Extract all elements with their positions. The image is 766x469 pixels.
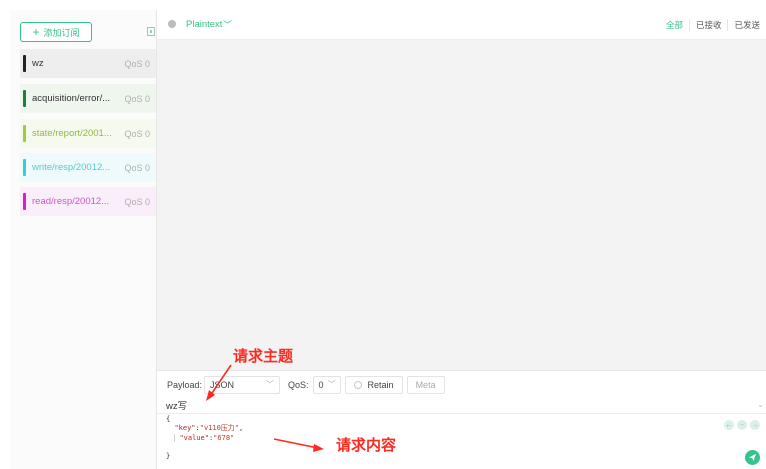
retain-label: Retain [367,379,394,390]
code-line: } [166,452,171,461]
subscription-color-bar [23,90,26,107]
publish-topic-row: wz写 ⌄ [157,398,766,414]
subscription-qos: QoS 0 [124,128,150,139]
subscription-topic: write/resp/20012... [32,162,111,173]
filter-all-tab[interactable]: 全部 [660,19,689,31]
publish-topic-input[interactable]: wz写 [166,398,187,412]
subscription-item-write-resp[interactable]: write/resp/20012... QoS 0 [20,153,156,182]
subscription-color-bar [23,159,26,176]
subscription-qos: QoS 0 [124,58,150,69]
payload-label: Payload: [167,379,203,390]
subscription-item-state-report[interactable]: state/report/2001... QoS 0 [20,119,156,148]
clear-icon[interactable]: − [737,420,747,430]
code-line: "value":"678" [166,433,243,443]
payload-type-value: JSON [210,379,235,390]
subscription-color-bar [23,125,26,142]
message-list-area [157,40,766,370]
qos-select[interactable]: 0 ﹀ [312,375,341,394]
history-nav: ← − → [724,420,760,430]
qos-value: 0 [318,379,324,390]
subscription-topic: acquisition/error/... [32,93,111,104]
top-strip [0,0,766,10]
next-arrow-icon[interactable]: → [750,420,760,430]
expand-icon[interactable]: ⌄ [757,400,764,409]
retain-toggle[interactable]: Retain [344,375,403,394]
subscription-qos: QoS 0 [124,196,150,207]
subscription-topic: read/resp/20012... [32,196,110,207]
subscription-color-bar [23,55,26,72]
meta-button[interactable]: Meta [406,375,445,394]
subscription-topic: wz [32,58,44,69]
chevron-down-icon: ﹀ [266,380,275,389]
add-subscription-label: 添加订阅 [43,27,80,38]
send-icon [748,453,757,462]
format-dot-icon [168,20,176,28]
subscription-qos: QoS 0 [124,162,150,173]
add-subscription-button[interactable]: + 添加订阅 [20,22,92,42]
message-filter-tabs: 全部 已接收 已发送 [660,19,766,31]
plus-icon: + [32,25,40,39]
subscription-color-bar [23,193,26,210]
payload-code: { "key":"v110压力", "value":"678" } [166,415,243,461]
payload-format-select[interactable]: Plaintext [186,19,222,30]
filter-received-tab[interactable]: 已接收 [688,19,728,31]
subscription-qos: QoS 0 [124,93,150,104]
qos-label: QoS: [288,379,309,390]
prev-arrow-icon[interactable]: ← [724,420,734,430]
code-line: { [166,415,171,423]
subscription-item-wz[interactable]: wz QoS 0 [20,49,156,78]
meta-label: Meta [415,379,436,390]
subscription-topic: state/report/2001... [32,128,112,139]
code-line: "key":"v110压力", [174,424,244,433]
filter-sent-tab[interactable]: 已发送 [727,19,766,31]
message-header: Plaintext ﹀ 全部 已接收 已发送 [157,10,766,40]
subscription-item-acquisition[interactable]: acquisition/error/... QoS 0 [20,84,156,113]
topic-annotation: 请求主题 [233,348,294,365]
payload-type-select[interactable]: JSON ﹀ [204,375,281,394]
collapse-sidebar-icon[interactable] [147,27,155,36]
subscription-sidebar: + 添加订阅 wz QoS 0 acquisition/error/... Qo… [10,10,157,469]
content-annotation: 请求内容 [336,437,397,454]
payload-editor[interactable]: { "key":"v110压力", "value":"678" } ← − → [157,414,766,469]
radio-icon [353,380,362,389]
publish-options-bar: Payload: JSON ﹀ QoS: 0 ﹀ Retain Meta [157,370,766,398]
send-button[interactable] [745,450,760,465]
chevron-down-icon[interactable]: ﹀ [223,18,232,31]
subscription-item-read-resp[interactable]: read/resp/20012... QoS 0 [20,187,156,216]
chevron-down-icon: ﹀ [327,380,336,389]
